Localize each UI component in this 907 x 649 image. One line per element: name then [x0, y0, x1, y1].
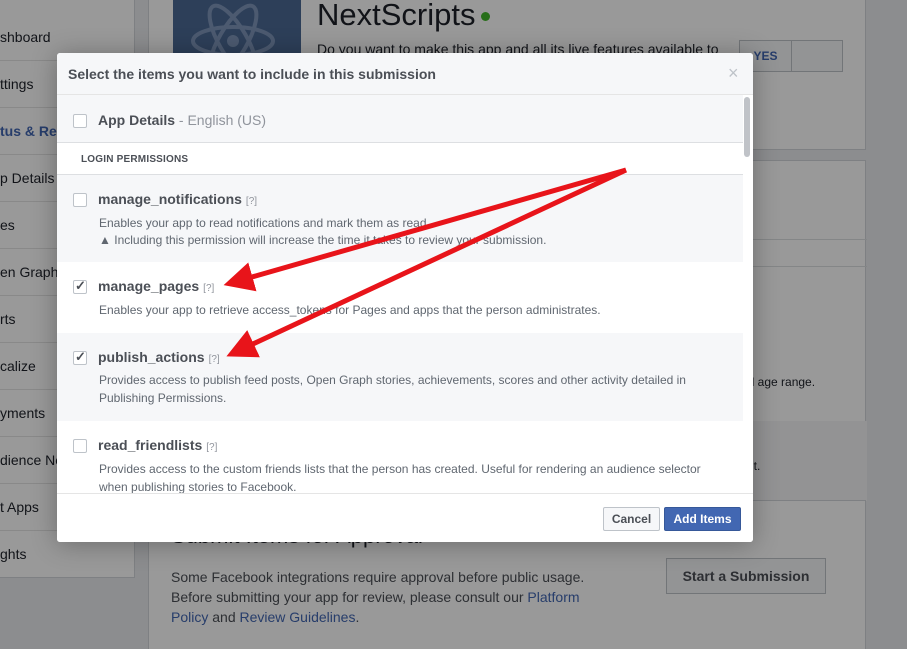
- help-link[interactable]: [?]: [209, 354, 220, 365]
- permission-description: Provides access to the custom friends li…: [99, 462, 701, 493]
- manage-pages-checkbox[interactable]: [73, 278, 87, 294]
- section-label: LOGIN PERMISSIONS: [81, 154, 189, 165]
- permission-name: publish_actions [?]: [98, 349, 220, 365]
- warning-icon: ▲: [99, 233, 111, 247]
- permission-description: Enables your app to retrieve access_toke…: [99, 303, 601, 317]
- modal-title: Select the items you want to include in …: [68, 66, 436, 82]
- submission-modal: Select the items you want to include in …: [57, 53, 753, 542]
- permission-row-publish-actions[interactable]: publish_actions[?] Provides access to pu…: [57, 333, 743, 421]
- app-details-checkbox[interactable]: [73, 114, 87, 128]
- modal-footer: Cancel Add Items: [57, 493, 753, 542]
- permission-description: Enables your app to read notifications a…: [99, 216, 430, 230]
- permission-name: manage_notifications [?]: [98, 191, 258, 207]
- permission-description: Provides access to publish feed posts, O…: [99, 373, 686, 405]
- manage-notifications-checkbox[interactable]: [73, 193, 87, 207]
- permission-name: read_friendlists [?]: [98, 437, 218, 453]
- app-details-label: App Details - English (US): [98, 112, 267, 128]
- scrollbar-thumb[interactable]: [744, 97, 750, 157]
- modal-scrollbar[interactable]: [743, 95, 753, 493]
- permission-row-manage-notifications[interactable]: manage_notifications [?] Enables your app…: [57, 175, 743, 262]
- modal-header: Select the items you want to include in …: [57, 53, 753, 95]
- permission-name: manage_pages [?]: [98, 278, 215, 294]
- login-permissions-header: LOGIN PERMISSIONS: [57, 143, 743, 175]
- add-items-button[interactable]: Add Items: [664, 507, 741, 531]
- help-link[interactable]: [?]: [246, 196, 257, 207]
- cancel-button[interactable]: Cancel: [603, 507, 660, 531]
- close-icon[interactable]: ×: [728, 63, 739, 84]
- modal-body[interactable]: App Details - English (US) LOGIN PERMISS…: [57, 95, 743, 493]
- permission-warning: ▲ Including this permission will increas…: [99, 233, 547, 247]
- read-friendlists-checkbox[interactable]: [73, 439, 87, 453]
- permission-row-manage-pages[interactable]: manage_pages[?] Enables your app to retr…: [57, 262, 743, 333]
- app-details-row[interactable]: App Details - English (US): [57, 95, 743, 143]
- help-link[interactable]: [?]: [203, 283, 214, 294]
- help-link[interactable]: [?]: [206, 442, 217, 453]
- permission-row-read-friendlists[interactable]: read_friendlists [?] Provides access to t…: [57, 421, 743, 493]
- publish-actions-checkbox[interactable]: [73, 349, 87, 365]
